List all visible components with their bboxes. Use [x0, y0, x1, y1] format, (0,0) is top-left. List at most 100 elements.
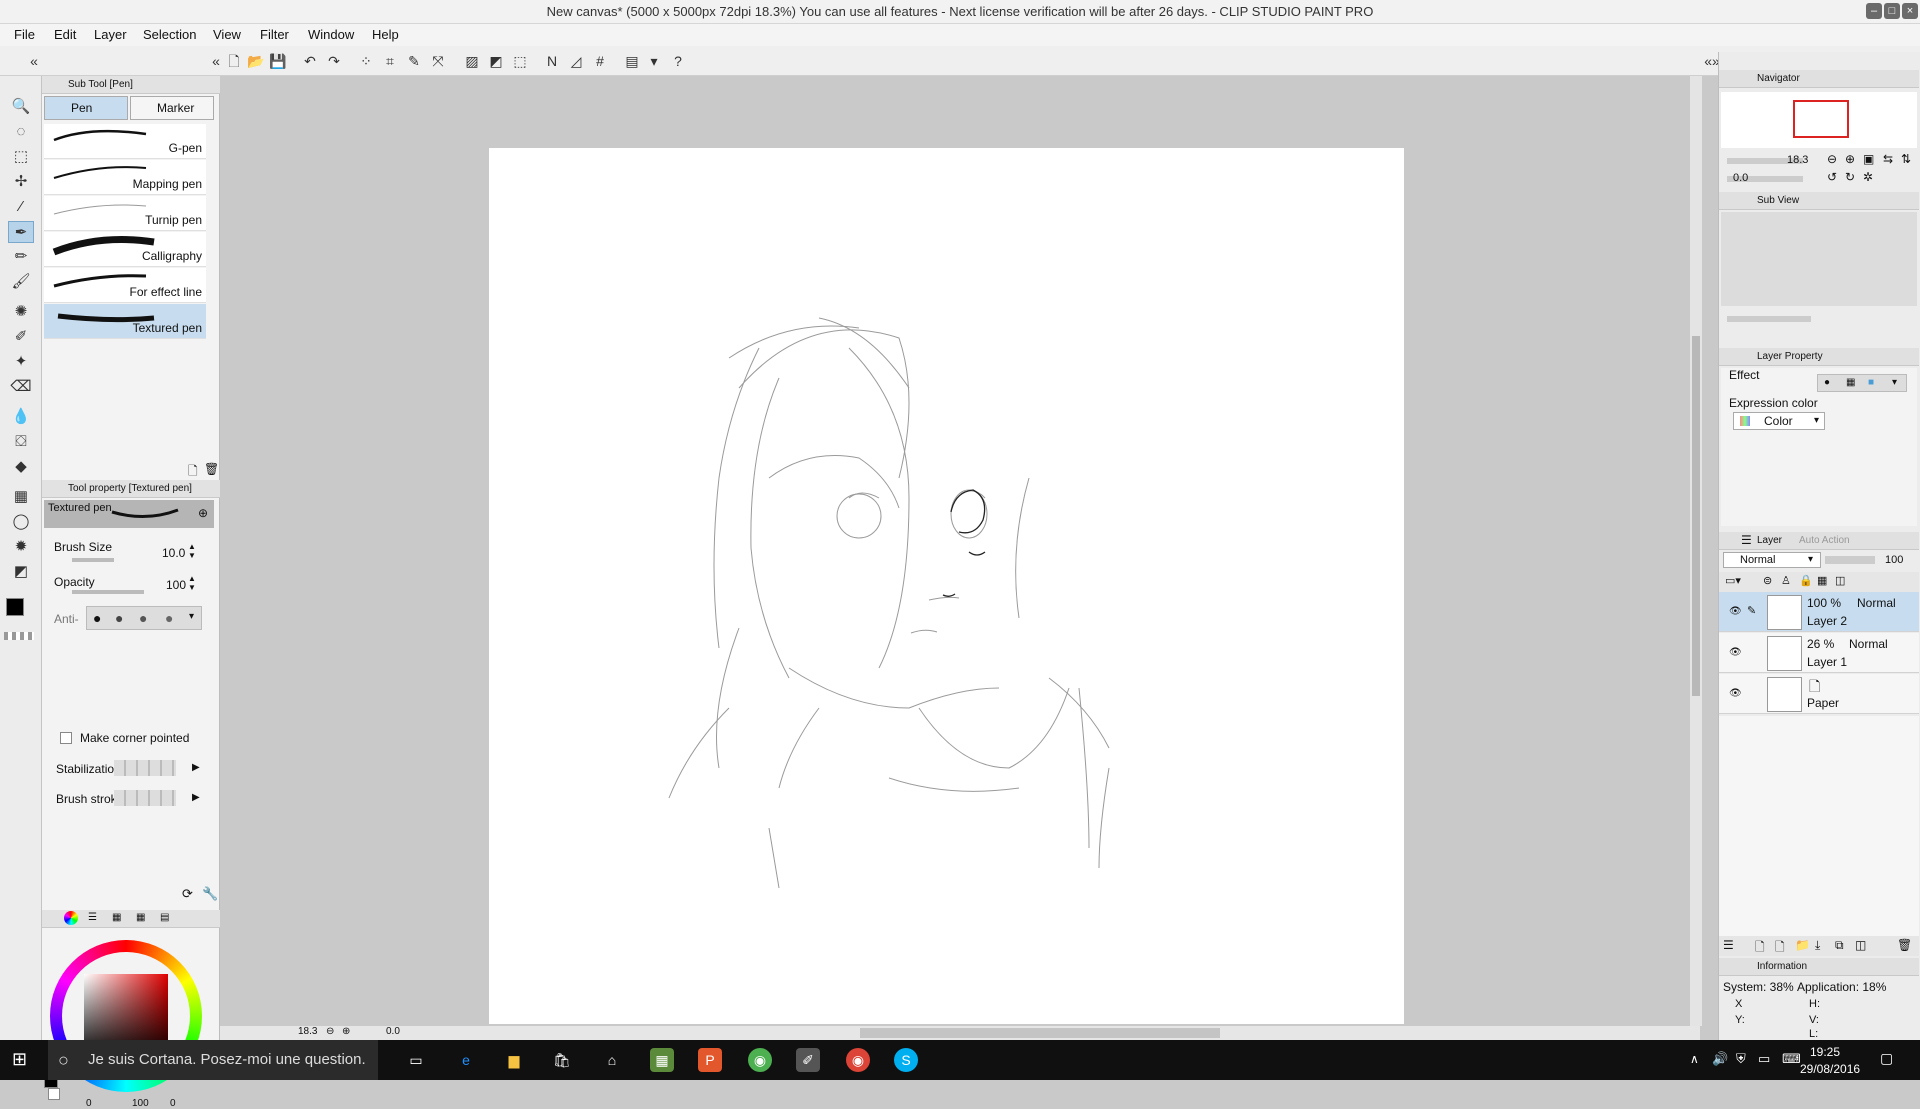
fit-icon[interactable]: ▣ [1863, 152, 1874, 166]
tab-auto-action[interactable]: Auto Action [1799, 535, 1850, 546]
brush-item-turnip-pen[interactable]: Turnip pen [44, 196, 206, 231]
navigator-preview[interactable] [1721, 92, 1917, 148]
edge-icon[interactable]: e [454, 1048, 478, 1072]
opacity-value[interactable]: 100 [166, 578, 186, 592]
clear-icon[interactable]: ▨ [462, 51, 482, 71]
tab-layer[interactable]: Layer [1757, 535, 1782, 546]
brush-size-value[interactable]: 10.0 [162, 546, 185, 560]
cortana-search[interactable]: ○ Je suis Cortana. Posez-moi une questio… [48, 1040, 378, 1080]
chrome-icon[interactable]: ◉ [748, 1048, 772, 1072]
notifications-icon[interactable]: ▢ [1880, 1050, 1893, 1067]
windows-start-icon[interactable]: ⊞ [12, 1049, 27, 1070]
tone-effect-icon[interactable]: ▦ [1846, 377, 1855, 388]
maximize-button[interactable]: □ [1884, 3, 1900, 19]
sub-view-slider[interactable] [1727, 316, 1811, 322]
minecraft-icon[interactable]: ▦ [650, 1048, 674, 1072]
volume-icon[interactable]: 🔊 [1712, 1051, 1728, 1067]
keyboard-icon[interactable]: ⌨ [1782, 1051, 1801, 1067]
new-raster-layer-icon[interactable]: 🗋 [1755, 938, 1765, 959]
vertical-scrollbar[interactable] [1690, 76, 1702, 1026]
transparent-swatch[interactable] [4, 632, 34, 640]
canvas-paper[interactable] [489, 148, 1404, 1024]
color-set-tab-icon[interactable]: ☰ [88, 912, 97, 923]
perspective-icon[interactable]: ◿ [566, 51, 586, 71]
history-tab-icon[interactable]: ▤ [160, 912, 169, 923]
effect-dropdown-icon[interactable]: ▾ [1892, 377, 1897, 388]
home-icon[interactable]: ⌂ [600, 1048, 624, 1072]
layer-tab-icon[interactable]: ☰ [1741, 533, 1752, 547]
brush-item-effect-line[interactable]: For effect line [44, 268, 206, 303]
antialias-weak-icon[interactable]: ● [115, 610, 123, 626]
effect-selector[interactable]: ● ▦ ■ ▾ [1817, 374, 1907, 392]
layer-color-icon[interactable]: ■ [1868, 377, 1874, 388]
brush-item-mapping-pen[interactable]: Mapping pen [44, 160, 206, 195]
menu-window[interactable]: Window [302, 24, 360, 46]
mask-icon[interactable]: ◫ [1835, 574, 1845, 587]
expression-color-select[interactable]: Color ▾ [1733, 412, 1825, 430]
navigator-viewport[interactable] [1793, 100, 1849, 138]
brush-item-calligraphy[interactable]: Calligraphy [44, 232, 206, 267]
visibility-eye-icon[interactable]: 👁 [1729, 606, 1742, 617]
zoom-out-icon[interactable]: ⊖ [326, 1026, 334, 1037]
network-icon[interactable]: ▭ [1758, 1051, 1770, 1067]
rotate-left-icon[interactable]: ↺ [1827, 170, 1837, 184]
zoom-in-icon[interactable]: ⊕ [342, 1026, 350, 1037]
tray-chevron-icon[interactable]: ∧ [1690, 1052, 1699, 1066]
tab-pen[interactable]: Pen [44, 96, 128, 120]
crop-icon[interactable]: ⌗ [380, 51, 400, 71]
scale-icon[interactable]: ⤧ [428, 51, 448, 71]
visibility-eye-icon[interactable]: 👁 [1729, 647, 1742, 658]
skype-icon[interactable]: S [894, 1048, 918, 1072]
clip-layer-icon[interactable]: ⊜ [1763, 574, 1772, 587]
brush-item-textured-pen[interactable]: Textured pen [44, 304, 206, 339]
move-tool-icon[interactable]: ✢ [8, 171, 34, 193]
delete-subtool-icon[interactable]: 🗑 [204, 462, 219, 476]
flip-v-icon[interactable]: ⇅ [1901, 152, 1911, 166]
undo-icon[interactable]: ↶ [300, 51, 320, 71]
select-all-icon[interactable]: ⁘ [356, 51, 376, 71]
eyedropper-tool-icon[interactable]: ⁄ [8, 196, 34, 218]
clip-studio-icon[interactable]: ✐ [796, 1048, 820, 1072]
stabilization-arrow-icon[interactable]: ▶ [192, 762, 200, 773]
blend-mode-select[interactable]: Normal ▾ [1723, 552, 1821, 568]
stabilization-slider[interactable] [114, 760, 176, 776]
antialias-selector[interactable]: ● ● ● ● ▾ [86, 606, 202, 630]
brush-size-stepper[interactable]: ▲ ▼ [188, 542, 196, 560]
antialias-dropdown-icon[interactable]: ▾ [189, 611, 194, 622]
blend-tool-icon[interactable]: 💧 [8, 406, 34, 428]
menu-edit[interactable]: Edit [48, 24, 82, 46]
clock-date[interactable]: 29/08/2016 [1800, 1062, 1860, 1076]
brush-size-slider[interactable] [72, 558, 114, 562]
ruler-icon[interactable]: N [542, 51, 562, 71]
lock-transparent-icon[interactable]: ▦ [1817, 574, 1827, 587]
status-zoom[interactable]: 18.3 [298, 1026, 317, 1037]
mask-layer-icon[interactable]: ◫ [1855, 938, 1866, 952]
close-button[interactable]: × [1902, 3, 1918, 19]
gradient-tool-icon[interactable]: ▦ [8, 486, 34, 508]
chrome-alt-icon[interactable]: ◉ [846, 1048, 870, 1072]
wrench-icon[interactable]: 🔧 [202, 886, 218, 902]
zoom-tool-icon[interactable]: 🔍 [8, 96, 34, 118]
intermediate-tab-icon[interactable]: ▦ [112, 912, 121, 923]
operation-tool-icon[interactable]: ◩ [8, 561, 34, 583]
duplicate-layer-icon[interactable]: ⧉ [1835, 938, 1844, 953]
lasso-tool-icon[interactable]: ◌ [8, 121, 34, 143]
clock-time[interactable]: 19:25 [1810, 1045, 1840, 1059]
flip-h-icon[interactable]: ⇆ [1883, 152, 1893, 166]
layer-menu-icon[interactable]: ☰ [1723, 938, 1734, 952]
tab-marker[interactable]: Marker [130, 96, 214, 120]
main-color-swatch[interactable] [6, 598, 24, 616]
dropdown-icon[interactable]: ▾ [644, 51, 664, 71]
menu-filter[interactable]: Filter [254, 24, 295, 46]
file-explorer-icon[interactable]: ▆ [502, 1048, 526, 1072]
layer-list-empty[interactable] [1719, 716, 1919, 936]
brush-stroke-slider[interactable] [114, 790, 176, 806]
powerpoint-icon[interactable]: P [698, 1048, 722, 1072]
menu-view[interactable]: View [207, 24, 247, 46]
menu-file[interactable]: File [8, 24, 41, 46]
save-icon[interactable]: 💾 [268, 51, 288, 71]
new-folder-icon[interactable]: 📁 [1795, 938, 1810, 952]
horizontal-scroll-thumb[interactable] [860, 1028, 1220, 1038]
lock-layer-icon[interactable]: 🔒 [1799, 574, 1813, 587]
fill-tool-icon[interactable]: ⛋ [8, 431, 34, 453]
